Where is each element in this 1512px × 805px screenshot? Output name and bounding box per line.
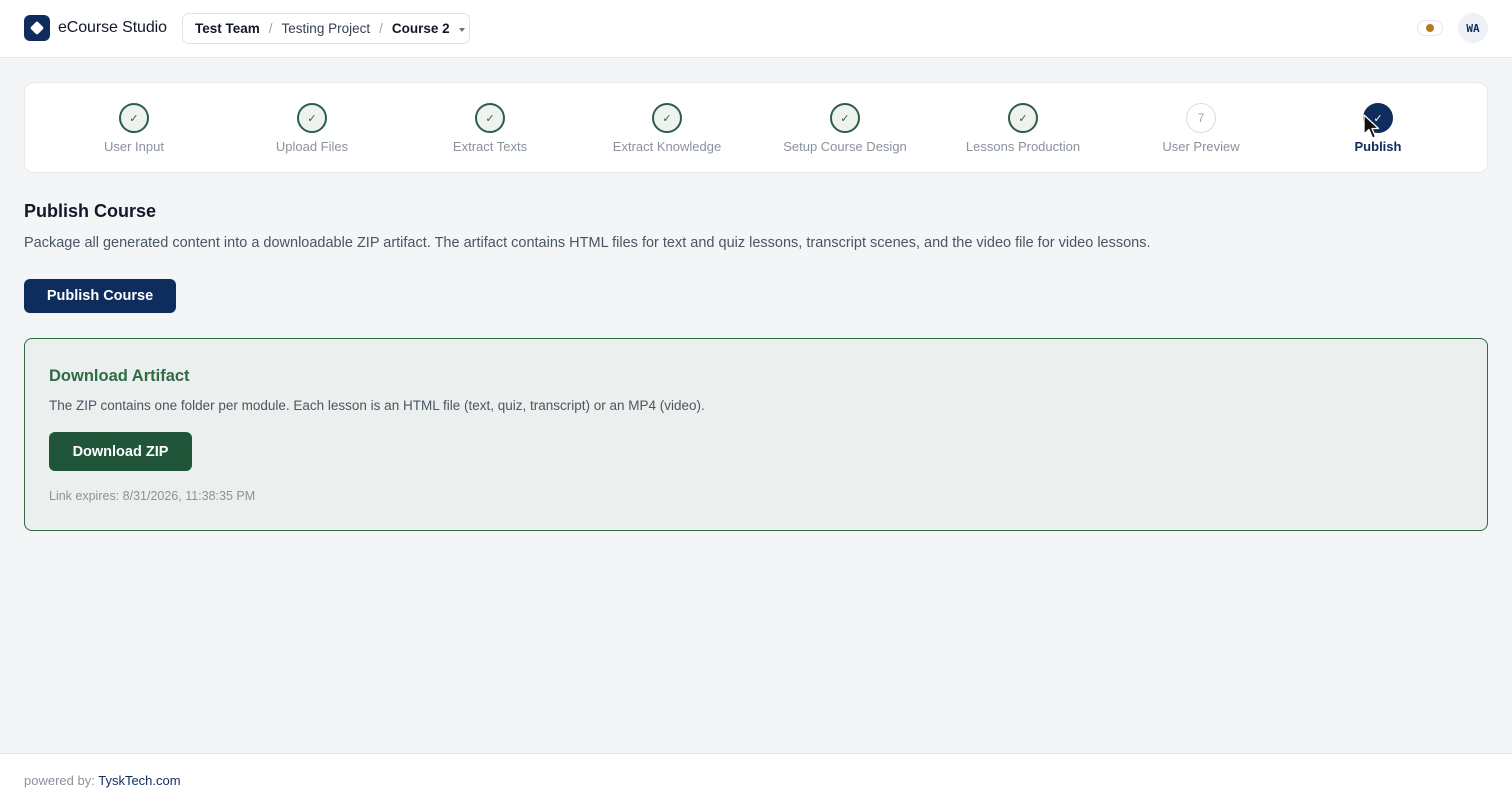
mouse-cursor-icon: [1363, 114, 1380, 139]
step-check-icon: ✓: [652, 103, 682, 133]
step-label: Publish: [1354, 139, 1402, 154]
step-label: Extract Texts: [452, 139, 528, 154]
step-label: Extract Knowledge: [612, 139, 722, 154]
step-label: Lessons Production: [965, 139, 1081, 154]
step-user-preview[interactable]: 7 User Preview: [1126, 103, 1276, 154]
step-check-icon: ✓: [475, 103, 505, 133]
artifact-title: Download Artifact: [49, 367, 190, 385]
step-label: User Input: [104, 139, 164, 154]
step-extract-texts[interactable]: ✓ Extract Texts: [415, 103, 565, 154]
top-bar: eCourse Studio Test Team / Testing Proje…: [0, 0, 1512, 58]
breadcrumb-separator: /: [268, 21, 273, 36]
status-dot-icon: [1426, 24, 1434, 32]
breadcrumb-team[interactable]: Test Team: [195, 21, 260, 36]
step-label: Upload Files: [275, 139, 349, 154]
step-upload-files[interactable]: ✓ Upload Files: [237, 103, 387, 154]
breadcrumb-project[interactable]: Testing Project: [282, 21, 371, 36]
step-label: Setup Course Design: [783, 139, 907, 154]
step-setup-course-design[interactable]: ✓ Setup Course Design: [770, 103, 920, 154]
step-lessons-production[interactable]: ✓ Lessons Production: [948, 103, 1098, 154]
step-check-icon: ✓: [1008, 103, 1038, 133]
status-indicator[interactable]: [1417, 20, 1443, 36]
step-extract-knowledge[interactable]: ✓ Extract Knowledge: [592, 103, 742, 154]
footer-prefix: powered by:: [24, 773, 95, 788]
artifact-description: The ZIP contains one folder per module. …: [49, 398, 705, 413]
download-artifact-card: Download Artifact The ZIP contains one f…: [24, 338, 1488, 531]
breadcrumb[interactable]: Test Team / Testing Project / Course 2: [182, 13, 470, 44]
footer-text: powered by: TyskTech.com: [24, 773, 181, 788]
footer-link[interactable]: TyskTech.com: [98, 773, 180, 788]
app-logo-icon[interactable]: [24, 15, 50, 41]
step-check-icon: ✓: [830, 103, 860, 133]
page-description: Package all generated content into a dow…: [24, 235, 1151, 251]
step-user-input[interactable]: ✓ User Input: [59, 103, 209, 154]
chevron-down-icon[interactable]: [458, 27, 465, 32]
link-expiry-text: Link expires: 8/31/2026, 11:38:35 PM: [49, 489, 256, 503]
breadcrumb-separator: /: [379, 21, 383, 36]
page-title: Publish Course: [24, 201, 157, 221]
app-title[interactable]: eCourse Studio: [58, 19, 167, 37]
step-number: 7: [1186, 103, 1216, 133]
workflow-stepper: ✓ User Input ✓ Upload Files ✓ Extract Te…: [24, 82, 1488, 173]
step-check-icon: ✓: [297, 103, 327, 133]
footer: powered by: TyskTech.com: [0, 753, 1512, 805]
step-label: User Preview: [1162, 139, 1240, 154]
download-zip-button[interactable]: Download ZIP: [49, 432, 192, 471]
publish-course-button[interactable]: Publish Course: [24, 279, 176, 313]
avatar[interactable]: WA: [1458, 13, 1488, 43]
breadcrumb-course[interactable]: Course 2: [392, 21, 450, 36]
step-check-icon: ✓: [119, 103, 149, 133]
